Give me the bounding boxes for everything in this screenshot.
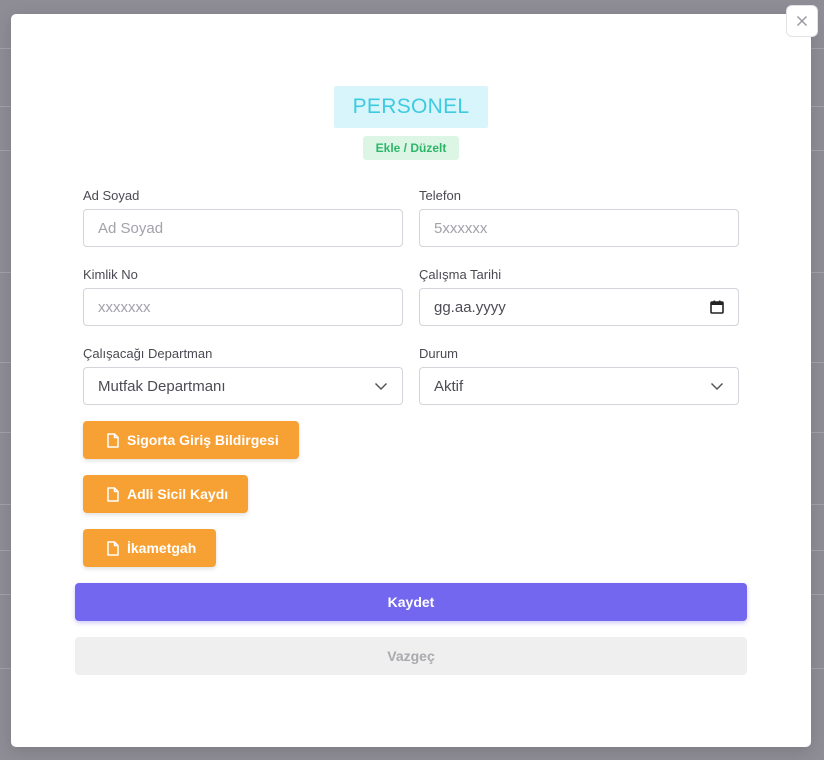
phone-input[interactable] xyxy=(434,219,724,237)
phone-label: Telefon xyxy=(419,188,461,203)
file-icon xyxy=(107,432,119,448)
name-label: Ad Soyad xyxy=(83,188,140,203)
start-date-value: gg.aa.yyyy xyxy=(434,298,506,316)
close-button[interactable] xyxy=(786,5,818,37)
button-label: Adli Sicil Kaydı xyxy=(127,486,229,502)
button-label: Sigorta Giriş Bildirgesi xyxy=(127,432,279,448)
id-no-field[interactable] xyxy=(83,288,403,326)
status-value: Aktif xyxy=(434,377,464,395)
start-date-label: Çalışma Tarihi xyxy=(419,267,502,282)
start-date-field[interactable]: gg.aa.yyyy xyxy=(419,288,739,326)
chevron-down-icon xyxy=(374,382,388,391)
department-label: Çalışacağı Departman xyxy=(83,346,213,361)
department-select[interactable]: Mutfak Departmanı xyxy=(83,367,403,405)
name-input[interactable] xyxy=(98,219,388,237)
id-no-input[interactable] xyxy=(98,298,388,316)
id-no-label: Kimlik No xyxy=(83,267,138,282)
close-icon xyxy=(796,15,808,27)
criminal-record-button[interactable]: Adli Sicil Kaydı xyxy=(83,475,249,513)
status-label: Durum xyxy=(419,346,459,361)
residence-button[interactable]: İkametgah xyxy=(83,529,217,567)
button-label: İkametgah xyxy=(127,540,197,556)
status-select[interactable]: Aktif xyxy=(419,367,739,405)
modal-title: PERSONEL xyxy=(334,86,488,128)
cancel-button[interactable]: Vazgeç xyxy=(75,637,747,675)
calendar-icon[interactable] xyxy=(710,300,724,314)
save-button[interactable]: Kaydet xyxy=(75,583,747,621)
file-icon xyxy=(107,540,119,556)
modal-subtitle-badge: Ekle / Düzelt xyxy=(363,136,459,160)
insurance-declaration-button[interactable]: Sigorta Giriş Bildirgesi xyxy=(83,421,299,459)
chevron-down-icon xyxy=(710,382,724,391)
personnel-modal: PERSONEL Ekle / Düzelt Ad Soyad Telefon … xyxy=(11,14,811,747)
phone-field[interactable] xyxy=(419,209,739,247)
name-field[interactable] xyxy=(83,209,403,247)
file-icon xyxy=(107,486,119,502)
department-value: Mutfak Departmanı xyxy=(98,377,226,395)
